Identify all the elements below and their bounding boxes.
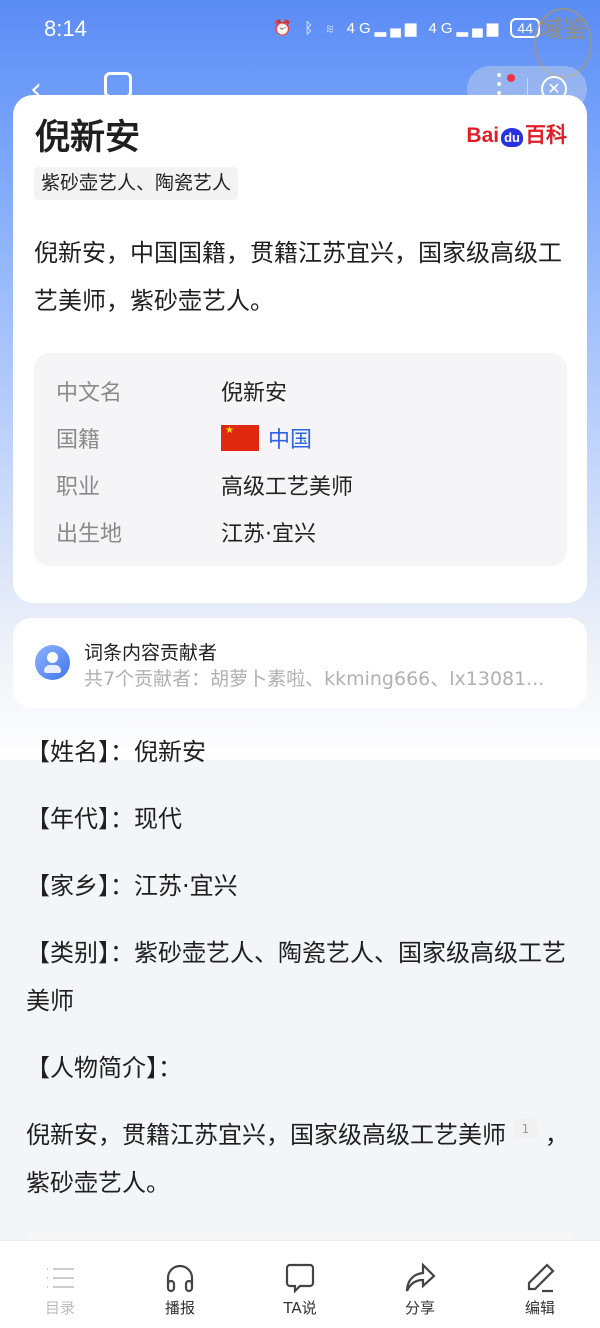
notification-dot	[507, 74, 515, 82]
contributors-summary: 共7个贡献者：胡萝卜素啦、kkming666、lx13081...	[84, 668, 545, 690]
list-icon	[47, 1268, 74, 1288]
info-row: 中文名 倪新安	[56, 380, 288, 406]
clock: 8:14	[44, 16, 87, 41]
info-row: 国籍 ★ 中国	[34, 414, 567, 461]
bluetooth-icon: ᛒ	[304, 20, 318, 37]
bottom-toolbar: 目录 播报 TA说 分享 编辑	[0, 1240, 600, 1328]
nationality-link[interactable]: 中国	[268, 422, 312, 454]
status-bar: 8:14 ⏰ ᛒ ≋ 4G▂▄▆ 4G▂▄▆ 44	[0, 0, 600, 60]
tab-edit[interactable]: 编辑	[480, 1241, 600, 1328]
tab-ta-say[interactable]: TA说	[240, 1241, 360, 1328]
baidu-baike-logo: Bai du 百科	[466, 124, 567, 147]
china-flag-icon: ★	[221, 424, 259, 451]
share-icon	[405, 1262, 436, 1292]
wifi-icon: ≋	[325, 20, 339, 37]
info-row: 出生地 江苏·宜兴	[56, 521, 316, 547]
user-icon	[35, 645, 70, 680]
alarm-icon: ⏰	[273, 20, 297, 37]
info-row: 职业 高级工艺美师	[56, 474, 354, 500]
signal-icon: 4G	[428, 20, 457, 37]
status-icons: ⏰ ᛒ ≋ 4G▂▄▆ 4G▂▄▆ 44	[273, 18, 540, 38]
info-box: 中文名 倪新安 国籍 ★ 中国 职业 高级工艺美师 出生地 江苏·宜兴	[34, 353, 567, 566]
entry-card: 倪新安 Bai du 百科 紫砂壶艺人、陶瓷艺人 倪新安，中国国籍，贯籍江苏宜兴，国…	[13, 95, 587, 603]
entry-description: 倪新安，中国国籍，贯籍江苏宜兴，国家级高级工艺美师，紫砂壶艺人。	[34, 239, 562, 315]
article-body: 【姓名】：倪新安 【年代】：现代 【家乡】：江苏·宜兴 【类别】：紫砂壶艺人、陶…	[26, 738, 569, 1197]
tab-broadcast[interactable]: 播报	[120, 1241, 240, 1328]
contributors-card[interactable]: 词条内容贡献者 共7个贡献者：胡萝卜素啦、kkming666、lx13081..…	[13, 618, 587, 708]
chat-bubble-icon	[285, 1263, 315, 1294]
tab-catalog[interactable]: 目录	[0, 1241, 120, 1328]
reference-marker[interactable]: 1	[513, 1119, 538, 1139]
tab-share[interactable]: 分享	[360, 1241, 480, 1328]
edit-icon	[527, 1263, 555, 1293]
headphones-icon	[166, 1264, 194, 1293]
category-tag: 紫砂壶艺人、陶瓷艺人	[34, 167, 239, 200]
page-title: 倪新安	[35, 118, 141, 158]
contributors-title: 词条内容贡献者	[84, 642, 218, 664]
signal-icon: 4G	[346, 20, 375, 37]
